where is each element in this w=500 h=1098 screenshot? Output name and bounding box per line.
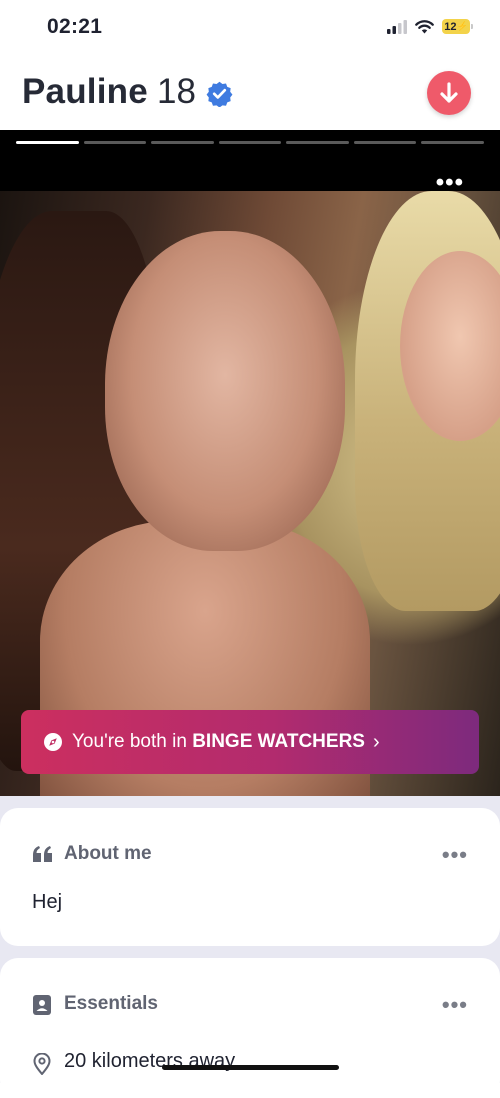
profile-name: Pauline [22,72,148,111]
banner-text: You're both in BINGE WATCHERS [72,731,365,753]
progress-segment[interactable] [16,141,79,144]
collapse-profile-button[interactable] [427,71,471,115]
quote-icon [33,846,52,862]
profile-header: Pauline 18 [0,56,500,130]
progress-segment[interactable] [218,141,282,144]
essentials-card: Essentials ••• 20 kilometers away [0,958,500,1098]
photo-progress [16,141,485,144]
about-title: About me [64,843,152,864]
battery-level: 12 [444,20,457,33]
about-text: Hej [32,891,63,913]
about-more-icon[interactable]: ••• [442,842,468,868]
profile-age: 18 [157,72,196,111]
location-pin-icon [33,1053,51,1075]
progress-segment[interactable] [151,141,214,144]
banner-prefix: You're both in [72,731,193,752]
banner-group: BINGE WATCHERS [192,731,365,752]
shared-interest-banner[interactable]: You're both in BINGE WATCHERS › [21,710,479,774]
wifi-icon [415,19,434,33]
verified-badge-icon[interactable] [206,80,233,107]
photo-more-icon[interactable]: ••• [436,171,464,195]
battery-icon: 12 ⚡ [442,19,473,34]
compass-icon [44,733,62,751]
progress-segment[interactable] [421,141,485,144]
arrow-down-icon [440,82,458,103]
home-indicator[interactable] [162,1065,339,1070]
status-icons: 12 ⚡ [387,19,473,34]
essentials-more-icon[interactable]: ••• [442,992,468,1018]
photo-area[interactable]: ••• You're both in BINGE WATCHERS › [0,130,500,796]
status-bar: 02:21 12 ⚡ [0,0,500,56]
about-card: About me ••• Hej [0,808,500,946]
progress-segment[interactable] [83,141,147,144]
progress-segment[interactable] [286,141,349,144]
essentials-title: Essentials [64,993,158,1014]
chevron-right-icon: › [372,730,380,753]
status-time: 02:21 [47,15,103,38]
progress-segment[interactable] [353,141,417,144]
signal-icon [387,19,407,34]
charging-icon: ⚡ [456,21,468,31]
profile-photo[interactable] [0,191,500,796]
photo-shape [105,231,345,551]
id-card-icon [33,995,51,1015]
